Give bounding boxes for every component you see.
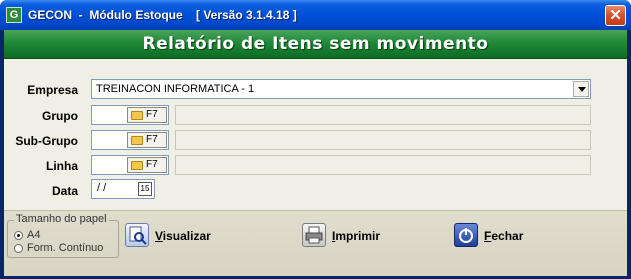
report-title: Relatório de Itens sem movimento [142,34,489,54]
paper-size-title: Tamanho do papel [14,213,109,225]
grupo-label: Grupo [42,109,78,123]
report-banner: Relatório de Itens sem movimento [4,30,627,59]
client-area: Relatório de Itens sem movimento Empresa… [4,30,627,276]
power-icon [454,223,478,247]
data-label: Data [51,184,78,198]
chevron-down-icon[interactable] [573,81,589,97]
window-title: GECON - Módulo Estoque [ Versão 3.1.4.18… [28,8,297,22]
paper-size-group: Tamanho do papel A4 Form. Contínuo [7,213,119,258]
folder-icon [131,111,143,120]
imprimir-button[interactable]: Imprimir [302,223,402,251]
paper-option-a4[interactable]: A4 [14,229,40,241]
folder-icon [131,136,143,145]
date-value: / / [97,182,107,194]
close-button[interactable]: ✕ [605,5,626,26]
calendar-icon[interactable]: 15 [138,182,152,196]
subgrupo-input[interactable]: F7 [91,130,169,150]
linha-label: Linha [46,159,78,173]
folder-icon [131,161,143,170]
grupo-lookup-button[interactable]: F7 [127,107,167,123]
subgrupo-label: Sub-Grupo [15,134,78,148]
grupo-description [175,105,591,125]
paper-option-continuous[interactable]: Form. Contínuo [14,242,103,254]
empresa-select[interactable]: TREINACON INFORMATICA - 1 [91,79,591,99]
grupo-input[interactable]: F7 [91,105,169,125]
app-icon: G [6,7,22,23]
linha-description [175,155,591,175]
linha-lookup-button[interactable]: F7 [127,157,167,173]
filter-form: Empresa TREINACON INFORMATICA - 1 Grupo … [4,59,627,209]
empresa-label: Empresa [27,83,78,97]
fechar-button[interactable]: Fechar [454,223,544,251]
date-input[interactable]: / / 15 [91,179,155,199]
radio-icon[interactable] [14,230,23,240]
title-bar[interactable]: G GECON - Módulo Estoque [ Versão 3.1.4.… [0,0,631,30]
subgrupo-lookup-button[interactable]: F7 [127,132,167,148]
preview-icon [125,223,149,247]
empresa-value: TREINACON INFORMATICA - 1 [96,83,255,95]
visualizar-button[interactable]: Visualizar [125,223,235,251]
app-window: G GECON - Módulo Estoque [ Versão 3.1.4.… [0,0,631,279]
linha-input[interactable]: F7 [91,155,169,175]
printer-icon [302,223,326,247]
subgrupo-description [175,130,591,150]
action-bar: Tamanho do papel A4 Form. Contínuo Visua… [4,210,627,276]
radio-icon[interactable] [14,243,23,253]
